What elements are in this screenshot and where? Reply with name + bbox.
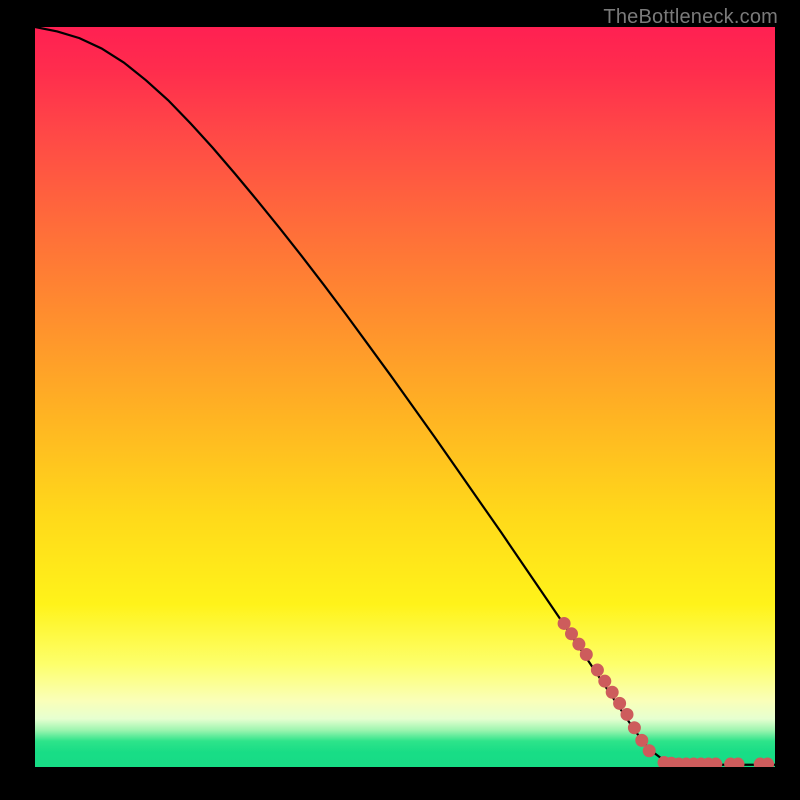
data-marker bbox=[558, 617, 570, 629]
data-marker bbox=[591, 664, 603, 676]
data-marker bbox=[580, 649, 592, 661]
data-marker bbox=[762, 758, 774, 767]
plot-area bbox=[35, 27, 775, 767]
data-marker bbox=[710, 758, 722, 767]
curve-path bbox=[35, 27, 775, 765]
data-marker bbox=[606, 686, 618, 698]
data-marker bbox=[643, 745, 655, 757]
data-marker bbox=[573, 638, 585, 650]
data-marker bbox=[636, 734, 648, 746]
data-marker bbox=[621, 708, 633, 720]
data-marker bbox=[628, 722, 640, 734]
data-marker bbox=[566, 628, 578, 640]
marker-group bbox=[558, 617, 774, 767]
chart-frame: TheBottleneck.com bbox=[0, 0, 800, 800]
data-marker bbox=[599, 675, 611, 687]
data-marker bbox=[732, 758, 744, 767]
data-marker bbox=[614, 697, 626, 709]
attribution-text: TheBottleneck.com bbox=[603, 6, 778, 29]
chart-overlay bbox=[35, 27, 775, 767]
